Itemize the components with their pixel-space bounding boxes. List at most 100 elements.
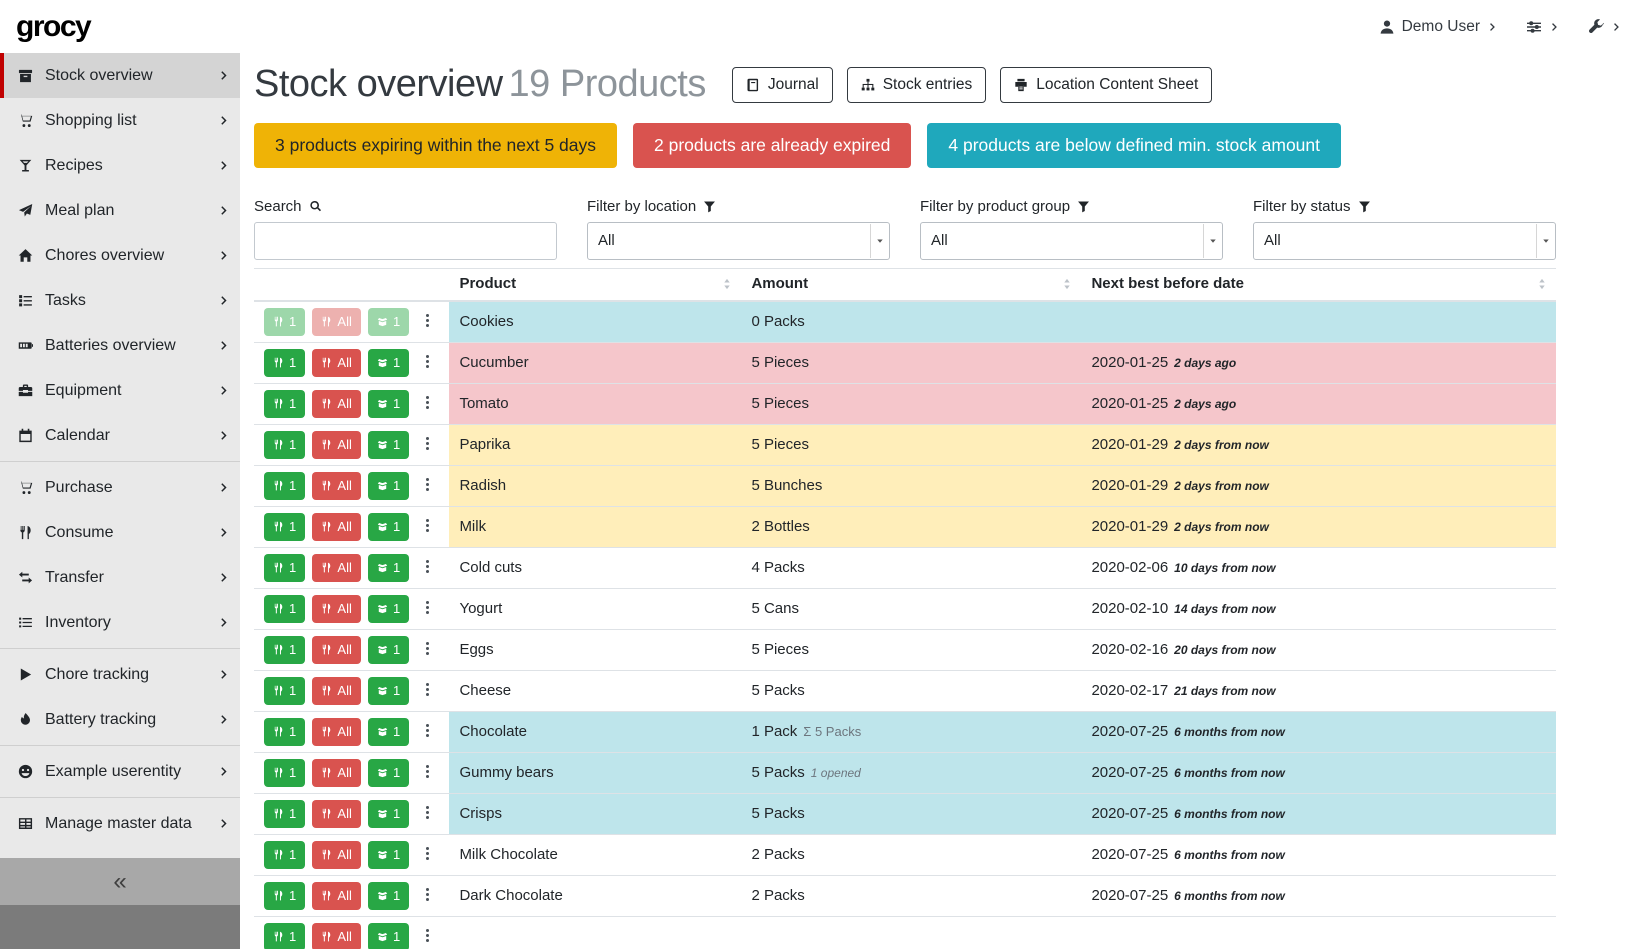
open-one-button[interactable]: 1 — [368, 513, 409, 541]
status-filter-select[interactable]: All — [1253, 222, 1556, 260]
consume-one-button[interactable]: 1 — [264, 390, 305, 418]
row-menu-button[interactable] — [416, 846, 439, 864]
date-column-header[interactable]: Next best before date — [1081, 268, 1556, 301]
consume-one-button[interactable]: 1 — [264, 554, 305, 582]
consume-all-button[interactable]: All — [312, 349, 360, 377]
amount-column-header[interactable]: Amount — [741, 268, 1081, 301]
consume-one-button[interactable]: 1 — [264, 595, 305, 623]
consume-all-button[interactable]: All — [312, 677, 360, 705]
consume-one-button[interactable]: 1 — [264, 841, 305, 869]
banner-expired[interactable]: 2 products are already expired — [633, 123, 911, 168]
consume-one-button[interactable]: 1 — [264, 923, 305, 949]
consume-all-button[interactable]: All — [312, 636, 360, 664]
sidebar-item-inventory[interactable]: Inventory — [0, 600, 240, 645]
consume-all-button[interactable]: All — [312, 841, 360, 869]
row-menu-button[interactable] — [416, 600, 439, 618]
consume-all-button[interactable]: All — [312, 595, 360, 623]
open-one-button[interactable]: 1 — [368, 390, 409, 418]
open-one-button[interactable]: 1 — [368, 882, 409, 910]
sidebar-item-recipes[interactable]: Recipes — [0, 143, 240, 188]
sidebar-item-batteries-overview[interactable]: Batteries overview — [0, 323, 240, 368]
consume-all-button[interactable]: All — [312, 718, 360, 746]
consume-all-button[interactable]: All — [312, 472, 360, 500]
banner-expiring[interactable]: 3 products expiring within the next 5 da… — [254, 123, 617, 168]
row-menu-button[interactable] — [416, 436, 439, 454]
row-menu-button[interactable] — [416, 723, 439, 741]
sidebar-item-calendar[interactable]: Calendar — [0, 413, 240, 458]
row-menu-button[interactable] — [416, 518, 439, 536]
open-one-button[interactable]: 1 — [368, 554, 409, 582]
open-one-button[interactable]: 1 — [368, 759, 409, 787]
open-one-button[interactable]: 1 — [368, 800, 409, 828]
product-column-header[interactable]: Product — [449, 268, 741, 301]
consume-all-button[interactable]: All — [312, 554, 360, 582]
location-filter-select[interactable]: All — [587, 222, 890, 260]
consume-one-button[interactable]: 1 — [264, 513, 305, 541]
consume-all-button[interactable]: All — [312, 390, 360, 418]
sidebar-item-purchase[interactable]: Purchase — [0, 465, 240, 510]
open-one-button[interactable]: 1 — [368, 923, 409, 949]
row-menu-button[interactable] — [416, 682, 439, 700]
banner-below-min-stock[interactable]: 4 products are below defined min. stock … — [927, 123, 1341, 168]
consume-all-button[interactable]: All — [312, 513, 360, 541]
stock-entries-button[interactable]: Stock entries — [847, 67, 987, 103]
consume-all-button[interactable]: All — [312, 800, 360, 828]
consume-all-button[interactable]: All — [312, 923, 360, 949]
row-menu-button[interactable] — [416, 354, 439, 372]
sidebar-item-example-userentity[interactable]: Example userentity — [0, 749, 240, 794]
consume-one-button[interactable]: 1 — [264, 718, 305, 746]
consume-one-button[interactable]: 1 — [264, 636, 305, 664]
open-one-button[interactable]: 1 — [368, 595, 409, 623]
admin-menu[interactable] — [1588, 19, 1622, 35]
open-one-button[interactable]: 1 — [368, 677, 409, 705]
consume-all-button[interactable]: All — [312, 759, 360, 787]
sidebar-item-chores-overview[interactable]: Chores overview — [0, 233, 240, 278]
sidebar-item-chore-tracking[interactable]: Chore tracking — [0, 652, 240, 697]
sidebar-item-manage-master-data[interactable]: Manage master data — [0, 801, 240, 846]
open-one-button[interactable]: 1 — [368, 349, 409, 377]
row-menu-button[interactable] — [416, 928, 439, 946]
consume-all-button[interactable]: All — [312, 308, 360, 336]
sidebar-item-consume[interactable]: Consume — [0, 510, 240, 555]
row-menu-button[interactable] — [416, 805, 439, 823]
row-menu-button[interactable] — [416, 764, 439, 782]
consume-all-button[interactable]: All — [312, 882, 360, 910]
product-group-filter-select[interactable]: All — [920, 222, 1223, 260]
row-menu-button[interactable] — [416, 395, 439, 413]
settings-menu[interactable] — [1526, 19, 1560, 35]
location-content-sheet-button[interactable]: Location Content Sheet — [1000, 67, 1212, 103]
sidebar-collapse-button[interactable]: « — [0, 858, 240, 905]
consume-one-button[interactable]: 1 — [264, 800, 305, 828]
journal-button[interactable]: Journal — [732, 67, 833, 103]
consume-one-button[interactable]: 1 — [264, 882, 305, 910]
open-one-button[interactable]: 1 — [368, 841, 409, 869]
sort-icon[interactable] — [721, 278, 733, 290]
consume-one-button[interactable]: 1 — [264, 677, 305, 705]
row-menu-button[interactable] — [416, 559, 439, 577]
consume-all-button[interactable]: All — [312, 431, 360, 459]
sidebar-item-transfer[interactable]: Transfer — [0, 555, 240, 600]
consume-one-button[interactable]: 1 — [264, 349, 305, 377]
sidebar-item-meal-plan[interactable]: Meal plan — [0, 188, 240, 233]
consume-one-button[interactable]: 1 — [264, 759, 305, 787]
consume-one-button[interactable]: 1 — [264, 431, 305, 459]
user-menu[interactable]: Demo User — [1379, 18, 1498, 36]
sort-icon[interactable] — [1536, 278, 1548, 290]
consume-one-button[interactable]: 1 — [264, 472, 305, 500]
sidebar-item-equipment[interactable]: Equipment — [0, 368, 240, 413]
sort-icon[interactable] — [1061, 278, 1073, 290]
open-one-button[interactable]: 1 — [368, 472, 409, 500]
logo[interactable]: grocy — [16, 10, 90, 44]
sidebar-item-battery-tracking[interactable]: Battery tracking — [0, 697, 240, 742]
sidebar-item-shopping-list[interactable]: Shopping list — [0, 98, 240, 143]
row-menu-button[interactable] — [416, 641, 439, 659]
row-menu-button[interactable] — [416, 887, 439, 905]
consume-one-button[interactable]: 1 — [264, 308, 305, 336]
row-menu-button[interactable] — [416, 313, 439, 331]
open-one-button[interactable]: 1 — [368, 636, 409, 664]
open-one-button[interactable]: 1 — [368, 308, 409, 336]
search-input[interactable] — [254, 222, 557, 260]
open-one-button[interactable]: 1 — [368, 431, 409, 459]
open-one-button[interactable]: 1 — [368, 718, 409, 746]
sidebar-item-tasks[interactable]: Tasks — [0, 278, 240, 323]
